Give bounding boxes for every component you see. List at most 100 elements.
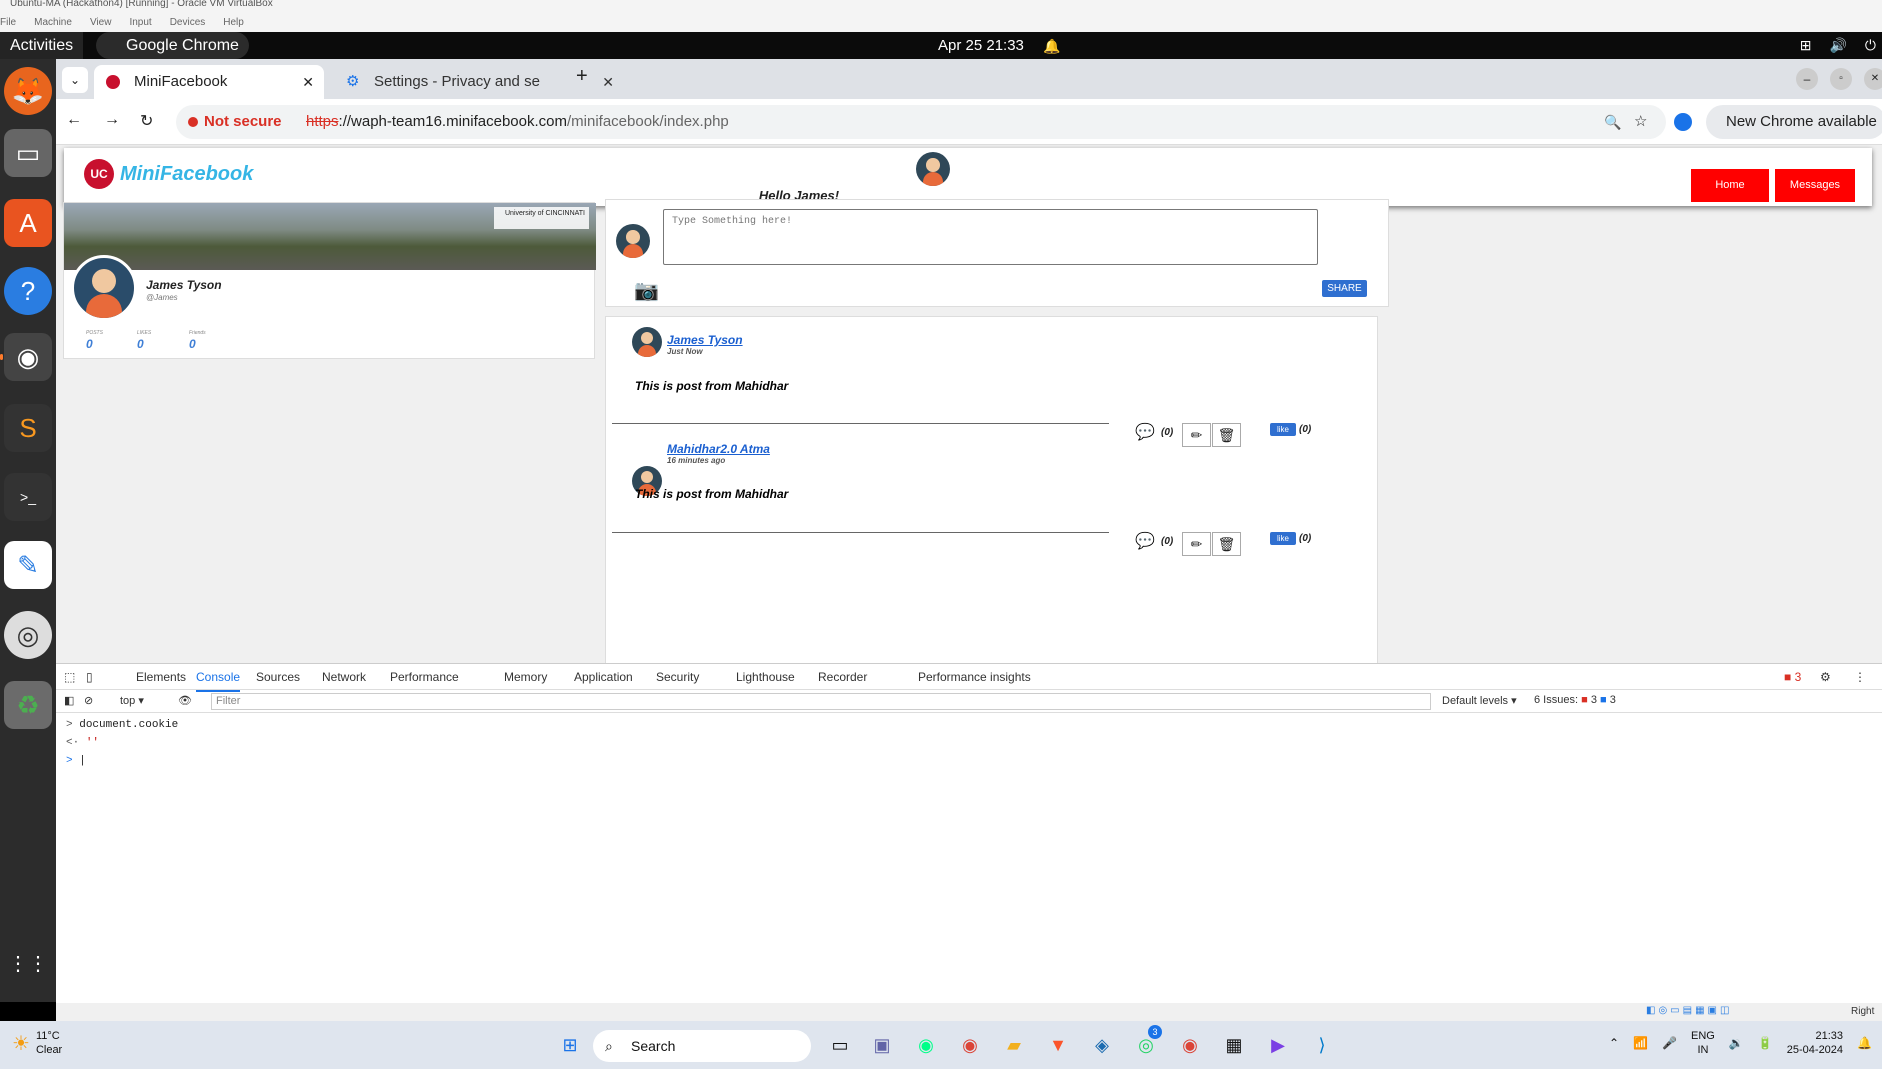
devtools-settings-icon[interactable]: ⚙: [1820, 664, 1831, 690]
not-secure-label[interactable]: Not secure: [204, 105, 282, 139]
firefox-icon[interactable]: 🦊: [4, 67, 52, 115]
terminal-icon[interactable]: >_: [4, 473, 52, 521]
vbox-menu-devices[interactable]: Devices: [170, 17, 206, 28]
tab-lighthouse[interactable]: Lighthouse: [736, 664, 795, 690]
tray-overflow-icon[interactable]: ⌃: [1609, 1036, 1619, 1050]
profile-avatar[interactable]: [71, 255, 137, 321]
clock[interactable]: Apr 25 21:33: [938, 32, 1024, 59]
tab-network[interactable]: Network: [322, 664, 366, 690]
taskbar-search[interactable]: ⌕ Search: [593, 1030, 811, 1062]
video-editor-icon[interactable]: ▶: [1264, 1031, 1292, 1059]
vbox-menu-file[interactable]: File: [0, 17, 16, 28]
text-editor-icon[interactable]: ✎: [4, 541, 52, 589]
help-icon[interactable]: ?: [4, 267, 52, 315]
reload-icon[interactable]: ↻: [140, 111, 153, 131]
clear-console-icon[interactable]: ⊘: [84, 694, 93, 707]
inspect-icon[interactable]: ⬚: [64, 664, 75, 690]
chrome-icon[interactable]: ◉: [4, 333, 52, 381]
url[interactable]: https://waph-team16.minifacebook.com/min…: [306, 105, 729, 139]
messages-button[interactable]: Messages: [1775, 169, 1855, 202]
language-indicator[interactable]: ENG IN: [1691, 1029, 1715, 1057]
software-icon[interactable]: A: [4, 199, 52, 247]
teams-icon[interactable]: ▣: [868, 1031, 896, 1059]
tab-search-icon[interactable]: ⌄: [62, 67, 88, 93]
chrome-alt-icon[interactable]: ◉: [1176, 1031, 1204, 1059]
post-textarea[interactable]: Type Something here!: [663, 209, 1318, 265]
site-logo[interactable]: UC MiniFacebook: [84, 159, 253, 189]
header-avatar[interactable]: [916, 152, 950, 186]
devtools-more-icon[interactable]: ⋮: [1854, 664, 1866, 690]
file-explorer-icon[interactable]: ▰: [1000, 1031, 1028, 1059]
taskbar-clock[interactable]: 21:33 25-04-2024: [1787, 1029, 1843, 1057]
vbox-menu-help[interactable]: Help: [223, 17, 244, 28]
brave-icon[interactable]: ▼: [1044, 1031, 1072, 1059]
edit-button[interactable]: ✏: [1182, 532, 1211, 556]
zoom-icon[interactable]: 🔍: [1604, 105, 1621, 139]
close-window-icon[interactable]: ✕: [1864, 68, 1882, 90]
vbox-menu-view[interactable]: View: [90, 17, 112, 28]
virtualbox-icon[interactable]: ◈: [1088, 1031, 1116, 1059]
tab-minifacebook[interactable]: MiniFacebook ✕: [94, 65, 324, 99]
sidebar-toggle-icon[interactable]: ◧: [64, 694, 74, 707]
vbox-menu-input[interactable]: Input: [129, 17, 151, 28]
console-filter-input[interactable]: Filter: [211, 693, 1431, 710]
whatsapp-icon[interactable]: ◎ 3: [1132, 1025, 1162, 1059]
vscode-icon[interactable]: ⟩: [1308, 1031, 1336, 1059]
close-tab-icon[interactable]: ✕: [302, 65, 314, 99]
post-author-link[interactable]: James Tyson: [667, 333, 743, 347]
files-icon[interactable]: ▭: [4, 129, 52, 177]
chrome-taskbar-icon[interactable]: ◉: [956, 1031, 984, 1059]
console-prompt-line[interactable]: > |: [66, 755, 86, 767]
app-icon[interactable]: ▦: [1220, 1031, 1248, 1059]
new-chrome-available-button[interactable]: New Chrome available: [1706, 105, 1882, 139]
activities-button[interactable]: Activities: [0, 32, 84, 59]
edit-button[interactable]: ✏: [1182, 423, 1211, 447]
system-tray[interactable]: ⊞ 🔊 ⏻: [1800, 32, 1882, 59]
weather-widget[interactable]: ☀ 11°C Clear: [12, 1029, 62, 1057]
trash-icon[interactable]: ♻: [4, 681, 52, 729]
post-author-link[interactable]: Mahidhar2.0 Atma: [667, 442, 770, 456]
tab-memory[interactable]: Memory: [504, 664, 547, 690]
tab-elements[interactable]: Elements: [136, 664, 186, 690]
profile-icon[interactable]: [1674, 113, 1692, 131]
log-levels-dropdown[interactable]: Default levels ▾: [1442, 694, 1517, 707]
error-count[interactable]: ■ 3: [1784, 664, 1801, 690]
minimize-icon[interactable]: –: [1796, 68, 1818, 90]
address-bar[interactable]: Not secure https://waph-team16.minifaceb…: [176, 105, 1666, 139]
task-view-icon[interactable]: ▭: [826, 1031, 854, 1059]
bookmark-star-icon[interactable]: ☆: [1634, 105, 1647, 139]
disc-icon[interactable]: ◎: [4, 611, 52, 659]
maximize-icon[interactable]: ▫: [1830, 68, 1852, 90]
home-button[interactable]: Home: [1691, 169, 1769, 202]
taskbar-tray[interactable]: ⌃ 📶 🎤 ENG IN 🔉 🔋 21:33 25-04-2024 🔔: [1609, 1029, 1872, 1057]
sublime-icon[interactable]: S: [4, 404, 52, 452]
delete-button[interactable]: 🗑: [1212, 423, 1241, 447]
tab-console[interactable]: Console: [196, 664, 241, 692]
back-icon[interactable]: ←: [66, 111, 82, 129]
comment-icon[interactable]: 💬: [1135, 422, 1155, 442]
like-button[interactable]: like: [1270, 423, 1296, 436]
tab-sources[interactable]: Sources: [256, 664, 300, 690]
notification-bell-icon[interactable]: 🔔: [1043, 38, 1060, 55]
windows-start-icon[interactable]: ⊞: [556, 1031, 584, 1059]
camera-icon[interactable]: 📷: [634, 278, 659, 303]
like-button[interactable]: like: [1270, 532, 1296, 545]
vbox-device-icons[interactable]: ◧◎▭▤▦▣◫: [1646, 1005, 1732, 1016]
forward-icon[interactable]: →: [104, 111, 120, 129]
edge-icon[interactable]: ◉: [912, 1031, 940, 1059]
delete-button[interactable]: 🗑: [1212, 532, 1241, 556]
share-button[interactable]: SHARE: [1322, 280, 1367, 297]
vbox-menu-machine[interactable]: Machine: [34, 17, 72, 28]
tab-recorder[interactable]: Recorder: [818, 664, 867, 690]
close-tab-icon[interactable]: ✕: [598, 65, 614, 99]
app-menu[interactable]: Google Chrome: [96, 32, 249, 59]
app-grid-icon[interactable]: ⋮⋮: [4, 939, 52, 987]
issues-indicator[interactable]: 6 Issues: ■ 3 ■ 3: [1534, 694, 1616, 706]
device-toggle-icon[interactable]: ▯: [86, 664, 93, 690]
tab-security[interactable]: Security: [656, 664, 699, 690]
new-tab-icon[interactable]: +: [576, 65, 588, 88]
comment-icon[interactable]: 💬: [1135, 531, 1155, 551]
eye-icon[interactable]: 👁: [178, 694, 192, 707]
tab-performance-insights[interactable]: Performance insights: [918, 664, 1031, 690]
tab-performance[interactable]: Performance: [390, 664, 459, 690]
